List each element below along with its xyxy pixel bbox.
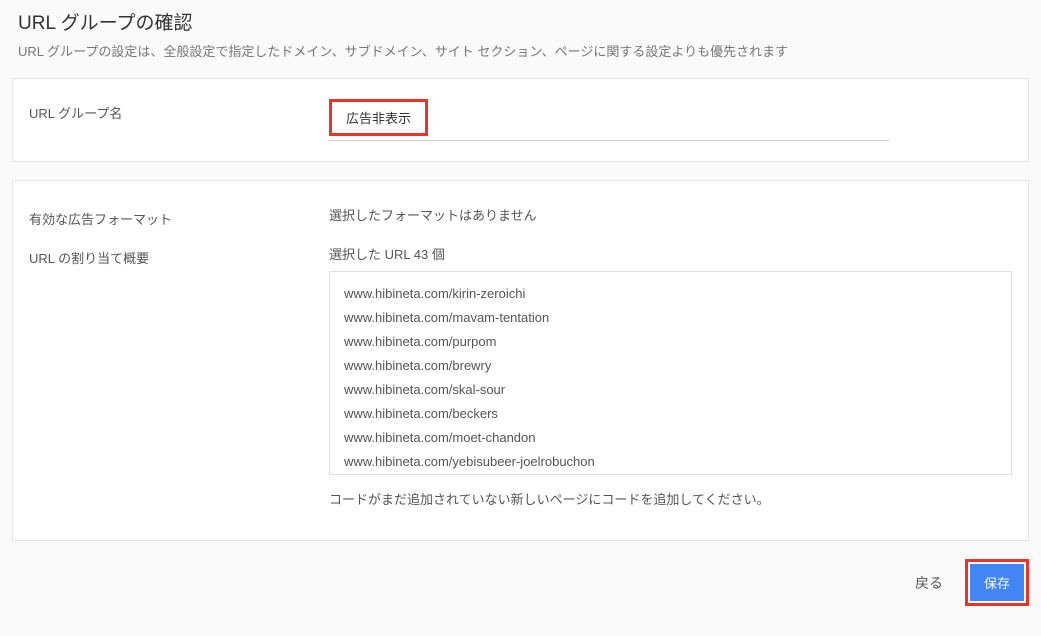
list-item: www.hibineta.com/purpom bbox=[344, 330, 997, 354]
list-item: www.hibineta.com/skal-sour bbox=[344, 378, 997, 402]
list-item: www.hibineta.com/moet-chandon bbox=[344, 426, 997, 450]
list-item: www.hibineta.com/brewry bbox=[344, 354, 997, 378]
footer-actions: 戻る 保存 bbox=[0, 553, 1041, 606]
back-button[interactable]: 戻る bbox=[909, 565, 949, 601]
save-button[interactable]: 保存 bbox=[970, 564, 1024, 601]
page-title: URL グループの確認 bbox=[18, 8, 1023, 35]
list-item: www.hibineta.com/beckers bbox=[344, 402, 997, 426]
ad-format-value: 選択したフォーマットはありません bbox=[329, 205, 1012, 224]
url-list[interactable]: www.hibineta.com/kirin-zeroichi www.hibi… bbox=[329, 271, 1012, 475]
save-button-highlight: 保存 bbox=[965, 559, 1029, 606]
page-subtitle: URL グループの設定は、全般設定で指定したドメイン、サブドメイン、サイト セク… bbox=[18, 41, 1023, 60]
code-hint-text: コードがまだ追加されていない新しいページにコードを追加してください。 bbox=[329, 489, 1012, 508]
ad-format-label: 有効な広告フォーマット bbox=[29, 205, 329, 228]
url-count-text: 選択した URL 43 個 bbox=[329, 244, 1012, 263]
details-card: 有効な広告フォーマット 選択したフォーマットはありません URL の割り当て概要… bbox=[12, 180, 1029, 541]
list-item: www.hibineta.com/mavam-tentation bbox=[344, 306, 997, 330]
group-name-label: URL グループ名 bbox=[29, 99, 329, 122]
list-item: www.hibineta.com/kirin-zeroichi bbox=[344, 282, 997, 306]
group-name-card: URL グループ名 広告非表示 bbox=[12, 78, 1029, 162]
list-item: www.hibineta.com/yebisubeer-joelrobuchon bbox=[344, 450, 997, 474]
url-summary-label: URL の割り当て概要 bbox=[29, 244, 329, 267]
group-name-value: 広告非表示 bbox=[329, 99, 428, 136]
group-name-field[interactable]: 広告非表示 bbox=[329, 99, 889, 141]
